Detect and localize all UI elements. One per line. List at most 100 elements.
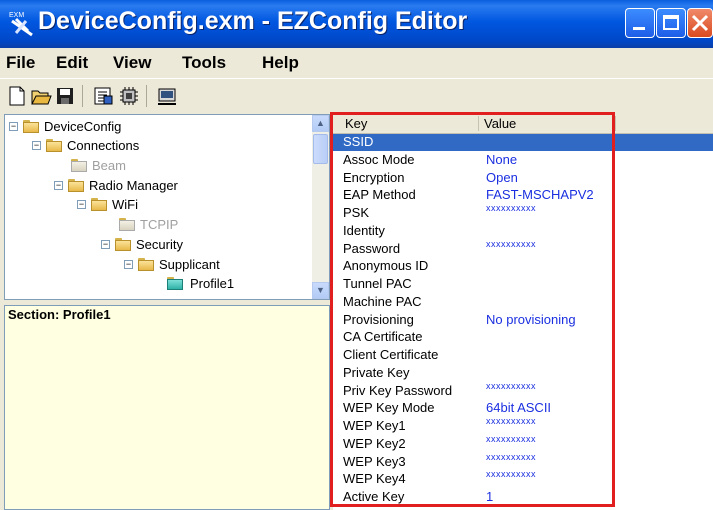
close-button[interactable]	[687, 8, 713, 38]
menu-separator	[0, 78, 713, 79]
collapse-icon[interactable]: −	[32, 140, 41, 150]
open-folder-icon[interactable]	[30, 85, 52, 107]
table-row[interactable]: Client Certificate	[333, 347, 713, 364]
table-row[interactable]: WEP Key3 xxxxxxxxxx	[333, 452, 713, 471]
collapse-icon[interactable]: −	[54, 180, 63, 190]
tree-node-wifi[interactable]: − WiFi	[77, 196, 138, 212]
key-cell: Anonymous ID	[343, 258, 429, 274]
value-cell[interactable]: xxxxxxxxxx	[486, 381, 536, 391]
collapse-icon[interactable]: −	[77, 199, 86, 209]
table-row[interactable]: Private Key	[333, 365, 713, 382]
table-row[interactable]: Priv Key Password xxxxxxxxxx	[333, 381, 713, 400]
table-row[interactable]: Identity	[333, 223, 713, 240]
table-row[interactable]: WEP Key1 xxxxxxxxxx	[333, 416, 713, 435]
tree-node-label: Radio Manager	[89, 177, 178, 193]
table-row[interactable]: Tunnel PAC	[333, 276, 713, 293]
tree-node-label: Profile1	[188, 275, 237, 291]
value-cell[interactable]: Open	[486, 170, 518, 185]
column-divider[interactable]	[615, 116, 616, 131]
key-cell: Client Certificate	[343, 347, 439, 362]
collapse-icon[interactable]: −	[9, 121, 18, 131]
properties-icon[interactable]	[92, 85, 114, 107]
value-cell[interactable]: xxxxxxxxxx	[486, 203, 536, 213]
key-cell: WEP Key2	[343, 435, 406, 451]
tree-node-security[interactable]: − Security	[101, 236, 183, 252]
tree-node-label: Beam	[92, 157, 126, 173]
tree-scrollbar[interactable]: ▲ ▼	[312, 115, 329, 299]
key-cell: WEP Key4	[343, 471, 406, 487]
toolbar	[0, 80, 713, 112]
scroll-up-icon[interactable]: ▲	[312, 115, 329, 132]
value-cell[interactable]: 64bit ASCII	[486, 400, 551, 415]
folder-icon	[23, 119, 39, 133]
table-row[interactable]: WEP Key Mode 64bit ASCII	[333, 400, 713, 417]
section-panel: Section: Profile1	[4, 305, 330, 510]
column-header-value[interactable]: Value	[484, 116, 516, 131]
table-row[interactable]: PSK xxxxxxxxxx	[333, 203, 713, 222]
table-row[interactable]: EAP Method FAST-MSCHAPV2	[333, 187, 713, 204]
folder-icon	[71, 158, 87, 172]
maximize-button[interactable]	[656, 8, 686, 38]
value-cell[interactable]: xxxxxxxxxx	[486, 416, 536, 426]
key-cell: Encryption	[343, 169, 405, 185]
tree-node-beam[interactable]: Beam	[71, 157, 126, 173]
section-title: Section: Profile1	[8, 307, 111, 322]
scroll-thumb[interactable]	[313, 134, 328, 164]
column-divider[interactable]	[478, 116, 479, 131]
tree-node-radio-manager[interactable]: − Radio Manager	[54, 177, 178, 193]
tree-node-connections[interactable]: − Connections	[32, 137, 139, 153]
new-icon[interactable]	[6, 85, 28, 107]
folder-icon	[115, 237, 131, 251]
menu-file[interactable]: File	[6, 53, 35, 73]
menu-tools[interactable]: Tools	[182, 53, 226, 73]
save-icon[interactable]	[54, 85, 76, 107]
value-cell[interactable]: 1	[486, 489, 493, 504]
table-row[interactable]: SSID	[333, 134, 713, 151]
menu-bar: File Edit View Tools Help	[0, 48, 713, 78]
value-cell[interactable]: xxxxxxxxxx	[486, 452, 536, 462]
key-cell: Provisioning	[343, 311, 414, 327]
collapse-icon[interactable]: −	[101, 239, 110, 249]
tree-node-deviceconfig[interactable]: − DeviceConfig	[9, 118, 121, 134]
minimize-button[interactable]	[625, 8, 655, 38]
tree-node-tcpip[interactable]: TCPIP	[119, 216, 178, 232]
value-cell[interactable]: No provisioning	[486, 312, 576, 327]
table-row[interactable]: Assoc Mode None	[333, 152, 713, 169]
toolbar-separator	[82, 85, 83, 107]
tree-node-supplicant[interactable]: − Supplicant	[124, 256, 220, 272]
key-value-grid[interactable]: Key Value SSID Assoc Mode None Encryption Op…	[333, 114, 713, 510]
table-row[interactable]: WEP Key2 xxxxxxxxxx	[333, 434, 713, 453]
key-cell: WEP Key3	[343, 453, 406, 469]
value-cell[interactable]: xxxxxxxxxx	[486, 239, 536, 249]
key-cell: EAP Method	[343, 187, 416, 203]
key-cell: Machine PAC	[343, 293, 422, 309]
menu-help[interactable]: Help	[262, 53, 299, 73]
table-row[interactable]: Active Key 1	[333, 489, 713, 506]
column-header-key[interactable]: Key	[345, 116, 367, 131]
menu-view[interactable]: View	[113, 53, 151, 73]
device-icon[interactable]	[156, 85, 178, 107]
table-row[interactable]: Password xxxxxxxxxx	[333, 239, 713, 258]
value-cell[interactable]: FAST-MSCHAPV2	[486, 187, 594, 202]
value-cell[interactable]: xxxxxxxxxx	[486, 469, 536, 479]
table-row[interactable]: Provisioning No provisioning	[333, 312, 713, 329]
tree-node-profile1[interactable]: Profile1	[167, 275, 237, 291]
menu-edit[interactable]: Edit	[56, 53, 88, 73]
table-row[interactable]: Encryption Open	[333, 170, 713, 187]
value-cell[interactable]: None	[486, 152, 517, 167]
folder-icon	[68, 178, 84, 192]
chip-icon[interactable]	[118, 85, 140, 107]
tree-node-label: WiFi	[112, 196, 138, 212]
table-row[interactable]: Anonymous ID	[333, 258, 713, 275]
table-row[interactable]: CA Certificate	[333, 329, 713, 346]
value-cell[interactable]: xxxxxxxxxx	[486, 434, 536, 444]
table-row[interactable]: Machine PAC	[333, 294, 713, 311]
collapse-icon[interactable]: −	[124, 259, 133, 269]
tree-node-label: Security	[136, 236, 183, 252]
scroll-down-icon[interactable]: ▼	[312, 282, 329, 299]
key-cell: Password	[343, 240, 401, 256]
tree-view[interactable]: − DeviceConfig − Connections Beam − Radi…	[4, 114, 330, 300]
title-bar[interactable]: EXM DeviceConfig.exm - EZConfig Editor	[0, 0, 713, 48]
grid-header: Key Value	[333, 114, 713, 134]
table-row[interactable]: WEP Key4 xxxxxxxxxx	[333, 469, 713, 488]
